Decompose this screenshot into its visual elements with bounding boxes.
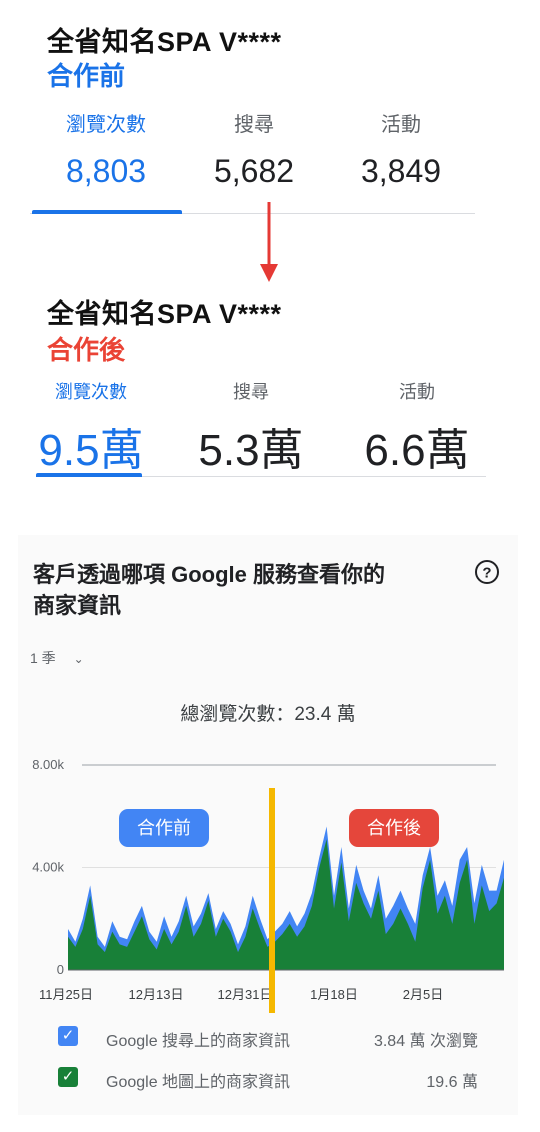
tab-label: 搜尋 <box>234 114 274 136</box>
chevron-down-icon: ⌄ <box>73 652 84 666</box>
before-metric-tabs: 瀏覽次數 8,803 搜尋 5,682 活動 3,849 <box>30 108 475 216</box>
x-tick-label: 12月13日 <box>129 987 184 1002</box>
after-subtitle: 合作後 <box>47 335 126 365</box>
svg-text:?: ? <box>482 565 491 582</box>
tab-events-before[interactable]: 活動 3,849 <box>325 108 477 190</box>
tab-label: 瀏覽次數 <box>55 382 127 402</box>
card-title: 客戶透過哪項 Google 服務查看你的 商家資訊 <box>33 559 453 621</box>
x-tick-label: 2月5日 <box>403 987 443 1002</box>
checkbox-checked-icon[interactable]: ✓ <box>58 1067 78 1087</box>
x-tick-label: 11月25日 <box>39 987 93 1002</box>
tab-label: 瀏覽次數 <box>66 114 146 136</box>
before-subtitle: 合作前 <box>47 61 126 91</box>
tab-value: 5,682 <box>213 153 295 189</box>
before-tag: 合作前 <box>119 809 209 847</box>
legend-label: Google 地圖上的商家資訊 <box>106 1074 291 1091</box>
legend-label: Google 搜尋上的商家資訊 <box>106 1033 291 1050</box>
legend-value: 3.84 萬 次瀏覽 <box>373 1033 478 1050</box>
help-icon[interactable]: ? <box>474 559 500 585</box>
after-tag: 合作後 <box>349 809 439 847</box>
tab-value: 9.5萬 <box>38 426 144 475</box>
tab-search-after[interactable]: 搜尋 5.3萬 <box>186 378 316 478</box>
checkbox-checked-icon[interactable]: ✓ <box>58 1026 78 1046</box>
tab-views-before[interactable]: 瀏覽次數 8,803 <box>30 108 182 190</box>
cooperation-start-marker <box>269 788 275 1013</box>
tab-label: 搜尋 <box>233 382 269 402</box>
total-views: 總瀏覽次數：23.4 萬 <box>180 704 356 725</box>
tab-search-before[interactable]: 搜尋 5,682 <box>178 108 330 190</box>
after-title: 全省知名SPA V**** <box>47 299 282 329</box>
tab-value: 5.3萬 <box>198 426 304 475</box>
y-tick-label: 8.00k <box>32 757 64 772</box>
x-tick-label: 12月31日 <box>218 987 273 1002</box>
period-dropdown[interactable]: 1 季 ⌄ <box>30 648 84 668</box>
tab-label: 活動 <box>399 382 435 402</box>
x-tick-label: 1月18日 <box>310 987 358 1002</box>
down-arrow-icon <box>260 202 278 282</box>
tab-value: 8,803 <box>65 153 147 189</box>
tab-events-after[interactable]: 活動 6.6萬 <box>352 378 482 478</box>
tab-views-after[interactable]: 瀏覽次數 9.5萬 <box>26 378 156 478</box>
card-title-line2: 商家資訊 <box>33 593 122 618</box>
tab-value: 3,849 <box>360 153 442 189</box>
y-tick-label: 4.00k <box>32 860 64 875</box>
card-title-line1: 客戶透過哪項 Google 服務查看你的 <box>33 562 386 587</box>
period-label: 1 季 <box>30 650 56 666</box>
selected-tab-indicator <box>32 210 182 214</box>
legend-item-search[interactable]: ✓ Google 搜尋上的商家資訊 3.84 萬 次瀏覽 <box>58 1026 488 1050</box>
legend-item-maps[interactable]: ✓ Google 地圖上的商家資訊 19.6 萬 <box>58 1067 488 1091</box>
legend-value: 19.6 萬 <box>426 1074 478 1091</box>
selected-tab-indicator <box>36 473 142 477</box>
after-metric-tabs: 瀏覽次數 9.5萬 搜尋 5.3萬 活動 6.6萬 <box>36 378 486 478</box>
tab-label: 活動 <box>381 114 421 136</box>
y-tick-label: 0 <box>57 962 64 977</box>
tab-value: 6.6萬 <box>364 426 470 475</box>
before-title: 全省知名SPA V**** <box>47 27 282 57</box>
